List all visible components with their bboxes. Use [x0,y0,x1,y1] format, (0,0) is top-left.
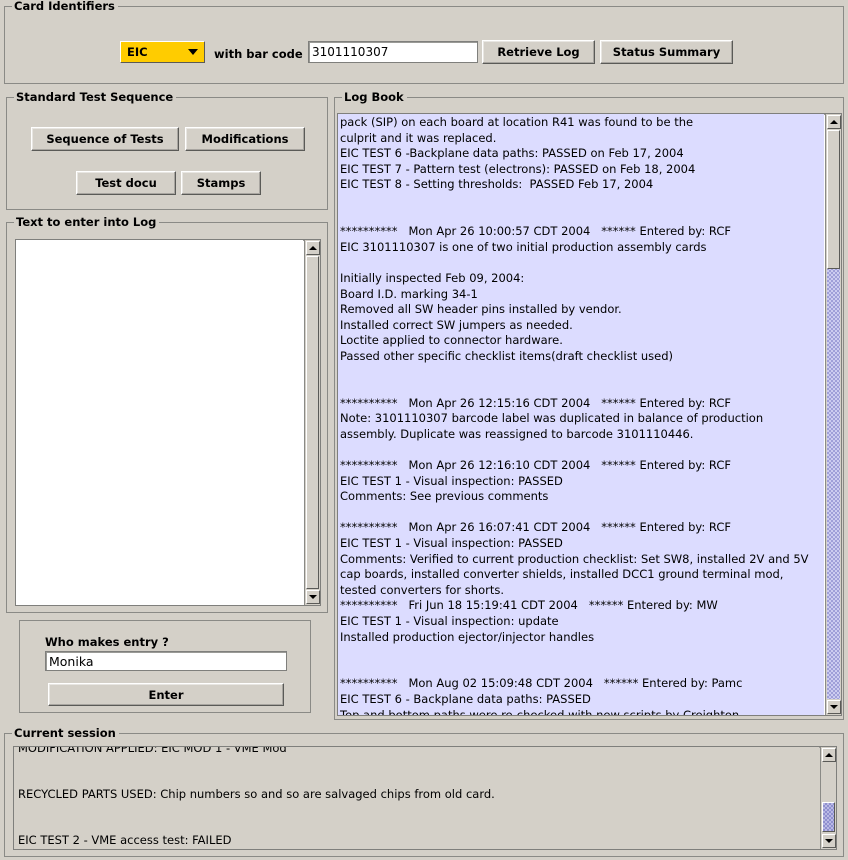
entry-author-panel: Who makes entry ? Monika Enter [19,620,311,713]
sequence-of-tests-button-label: Sequence of Tests [46,132,164,146]
modifications-button[interactable]: Modifications [185,127,305,151]
test-docu-button-label: Test docu [95,176,157,190]
card-identifiers-title: Card Identifiers [12,0,118,12]
current-session-title: Current session [12,727,119,739]
chevron-down-icon [182,49,204,55]
stamps-button-label: Stamps [196,176,246,190]
log-entry-scroll-track[interactable] [306,256,319,589]
scroll-down-arrow-icon[interactable] [827,700,841,714]
status-summary-button-label: Status Summary [612,45,721,59]
log-entry-scrollbar[interactable] [304,240,320,605]
log-book-scroll-track[interactable] [827,130,840,699]
log-book-panel: Log Book pack (SIP) on each board at loc… [334,91,844,720]
barcode-input[interactable]: 3101110307 [308,41,478,63]
retrieve-log-button[interactable]: Retrieve Log [482,40,595,64]
log-entry-scroll-thumb[interactable] [306,256,319,589]
sequence-of-tests-button[interactable]: Sequence of Tests [31,127,179,151]
status-summary-button[interactable]: Status Summary [600,40,733,64]
current-session-scroll-track[interactable] [822,763,835,833]
enter-button[interactable]: Enter [48,683,284,706]
text-to-enter-panel: Text to enter into Log [6,216,328,613]
who-makes-entry-label: Who makes entry ? [45,635,169,649]
log-entry-textarea-scrollpane [15,239,321,606]
retrieve-log-button-label: Retrieve Log [497,45,580,59]
with-barcode-label: with bar code [214,47,303,61]
current-session-text[interactable]: MODIFICATION APPLIED: EIC MOD 1 - VME Mo… [14,747,819,849]
log-book-title: Log Book [342,91,407,103]
scroll-up-arrow-icon[interactable] [827,115,841,129]
text-to-enter-title: Text to enter into Log [14,216,160,228]
card-identifiers-panel: Card Identifiers EIC with bar code 31011… [4,0,844,84]
log-book-text[interactable]: pack (SIP) on each board at location R41… [338,114,824,715]
entry-author-input-value: Monika [49,653,94,669]
current-session-scrollpane: MODIFICATION APPLIED: EIC MOD 1 - VME Mo… [13,746,837,850]
scroll-up-arrow-icon[interactable] [822,748,836,762]
scroll-down-arrow-icon[interactable] [306,590,320,604]
modifications-button-label: Modifications [201,132,289,146]
current-session-scrollbar[interactable] [820,747,836,849]
log-book-scrollpane: pack (SIP) on each board at location R41… [337,113,842,716]
standard-test-sequence-title: Standard Test Sequence [14,91,177,103]
card-type-combo-value: EIC [127,45,148,59]
stamps-button[interactable]: Stamps [181,171,261,195]
log-book-scroll-thumb[interactable] [827,130,840,269]
enter-button-label: Enter [148,687,184,702]
scroll-down-arrow-icon[interactable] [822,834,836,848]
card-type-combo[interactable]: EIC [120,41,205,63]
current-session-panel: Current session MODIFICATION APPLIED: EI… [4,727,844,857]
log-book-scrollbar[interactable] [825,114,841,715]
barcode-input-value: 3101110307 [312,45,389,59]
current-session-scroll-thumb[interactable] [822,802,835,832]
scroll-up-arrow-icon[interactable] [306,241,320,255]
test-docu-button[interactable]: Test docu [76,171,176,195]
entry-author-input[interactable]: Monika [45,651,287,671]
log-entry-textarea[interactable] [16,240,303,605]
standard-test-sequence-panel: Standard Test Sequence Sequence of Tests… [6,91,328,210]
